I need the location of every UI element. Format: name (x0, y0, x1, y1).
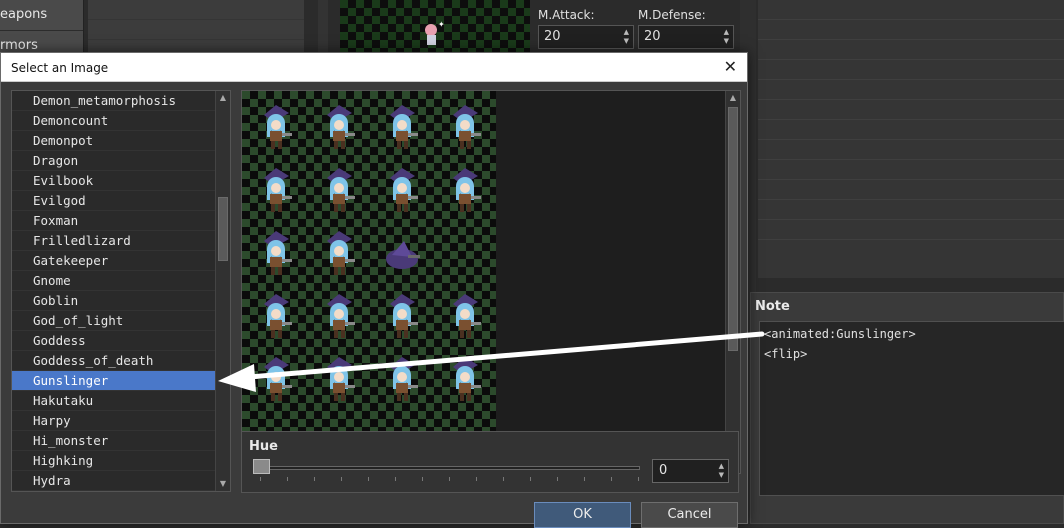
gunslinger-sprite (453, 357, 481, 401)
file-list-item[interactable]: Highking (12, 451, 216, 471)
file-list-item[interactable]: Gunslinger (12, 371, 216, 391)
gunslinger-sprite (453, 294, 481, 338)
hue-label: Hue (249, 439, 278, 454)
spin-arrows-icon[interactable]: ▲ ▼ (624, 28, 629, 46)
file-list-item[interactable]: Goddess (12, 331, 216, 351)
gunslinger-sprite (264, 168, 292, 212)
gunslinger-sprite (453, 105, 481, 149)
file-list-item[interactable]: Foxman (12, 211, 216, 231)
file-list-scrollbar[interactable]: ▲ ▼ (215, 91, 230, 491)
m-defense-field-group: M.Defense: 20 ▲ ▼ (638, 0, 734, 49)
svg-text:✦: ✦ (438, 20, 445, 29)
gunslinger-sprite (327, 294, 355, 338)
file-list-item[interactable]: Hakutaku (12, 391, 216, 411)
file-list-item[interactable]: Hi_monster (12, 431, 216, 451)
file-list-item[interactable]: God_of_light (12, 311, 216, 331)
m-attack-field-group: M.Attack: 20 ▲ ▼ (538, 0, 634, 49)
gunslinger-sprite (390, 105, 418, 149)
preview-scrollbar[interactable]: ▲ ▼ (725, 91, 740, 473)
gunslinger-sprite (390, 168, 418, 212)
spin-arrows-icon[interactable]: ▲ ▼ (724, 28, 729, 46)
gunslinger-sprite (264, 357, 292, 401)
file-list-item[interactable]: Harpy (12, 411, 216, 431)
note-panel: Note <animated:Gunslinger> <flip> (750, 292, 1064, 524)
dialog-titlebar: Select an Image ✕ (1, 53, 747, 82)
gunslinger-sprite (327, 105, 355, 149)
image-preview: ▲ ▼ (241, 90, 741, 474)
file-list-item[interactable]: Dragon (12, 151, 216, 171)
file-list-item[interactable]: Gnome (12, 271, 216, 291)
m-defense-input[interactable]: 20 ▲ ▼ (638, 25, 734, 49)
close-icon[interactable]: ✕ (724, 57, 737, 76)
gunslinger-sprite (327, 357, 355, 401)
nav-item-weapons[interactable]: eapons (0, 0, 83, 31)
hue-slider-track[interactable] (260, 466, 640, 470)
image-file-list[interactable]: Demon_metamorphosis Demoncount Demonpot Dra… (11, 90, 231, 492)
cancel-button[interactable]: Cancel (641, 502, 738, 528)
gunslinger-sprite (264, 105, 292, 149)
traits-list-background (758, 0, 1064, 278)
sprite-sheet (242, 91, 496, 473)
dialog-title: Select an Image (11, 61, 109, 75)
gunslinger-sprite (264, 294, 292, 338)
file-list-item[interactable]: Hydra (12, 471, 216, 491)
file-list-item[interactable]: Demoncount (12, 111, 216, 131)
gunslinger-sprite (390, 294, 418, 338)
scrollbar-thumb[interactable] (218, 197, 228, 261)
gunslinger-sprite (327, 168, 355, 212)
gunslinger-sprite (453, 168, 481, 212)
gunslinger-sprite (390, 357, 418, 401)
m-attack-input[interactable]: 20 ▲ ▼ (538, 25, 634, 49)
ok-button[interactable]: OK (534, 502, 631, 528)
hue-value: 0 (659, 463, 668, 478)
hue-spinbox[interactable]: 0 ▲ ▼ (652, 459, 729, 483)
scroll-down-icon[interactable]: ▼ (216, 477, 230, 491)
m-attack-label: M.Attack: (538, 8, 595, 22)
file-list-item[interactable]: Evilbook (12, 171, 216, 191)
select-image-dialog: Select an Image ✕ Demon_metamorphosis Dem… (0, 52, 748, 528)
note-title: Note (755, 299, 790, 314)
mini-sprite-icon: ✦ (425, 20, 445, 45)
file-list-item[interactable]: Evilgod (12, 191, 216, 211)
hue-group: Hue 0 ▲ ▼ (241, 431, 739, 493)
m-defense-label: M.Defense: (638, 8, 706, 22)
gunslinger-sprite (264, 231, 292, 275)
scrollbar-thumb[interactable] (728, 107, 738, 351)
m-attack-value: 20 (544, 29, 561, 44)
note-textarea[interactable]: <animated:Gunslinger> <flip> (759, 321, 1064, 496)
scroll-up-icon[interactable]: ▲ (216, 91, 230, 105)
hue-slider-ticks (260, 477, 640, 481)
file-list-item[interactable]: Goblin (12, 291, 216, 311)
file-list-item[interactable]: Goddess_of_death (12, 351, 216, 371)
file-list-item[interactable]: Demonpot (12, 131, 216, 151)
m-defense-value: 20 (644, 29, 661, 44)
file-list-item[interactable]: Gatekeeper (12, 251, 216, 271)
spin-arrows-icon[interactable]: ▲ ▼ (719, 462, 724, 480)
file-list-items: Demon_metamorphosis Demoncount Demonpot Dra… (12, 91, 216, 491)
dropped-hat-sprite (386, 241, 420, 269)
file-list-item[interactable]: Demon_metamorphosis (12, 91, 216, 111)
hue-slider-thumb[interactable] (253, 459, 270, 474)
gunslinger-sprite (327, 231, 355, 275)
scroll-up-icon[interactable]: ▲ (726, 91, 740, 105)
file-list-item[interactable]: Frilledlizard (12, 231, 216, 251)
